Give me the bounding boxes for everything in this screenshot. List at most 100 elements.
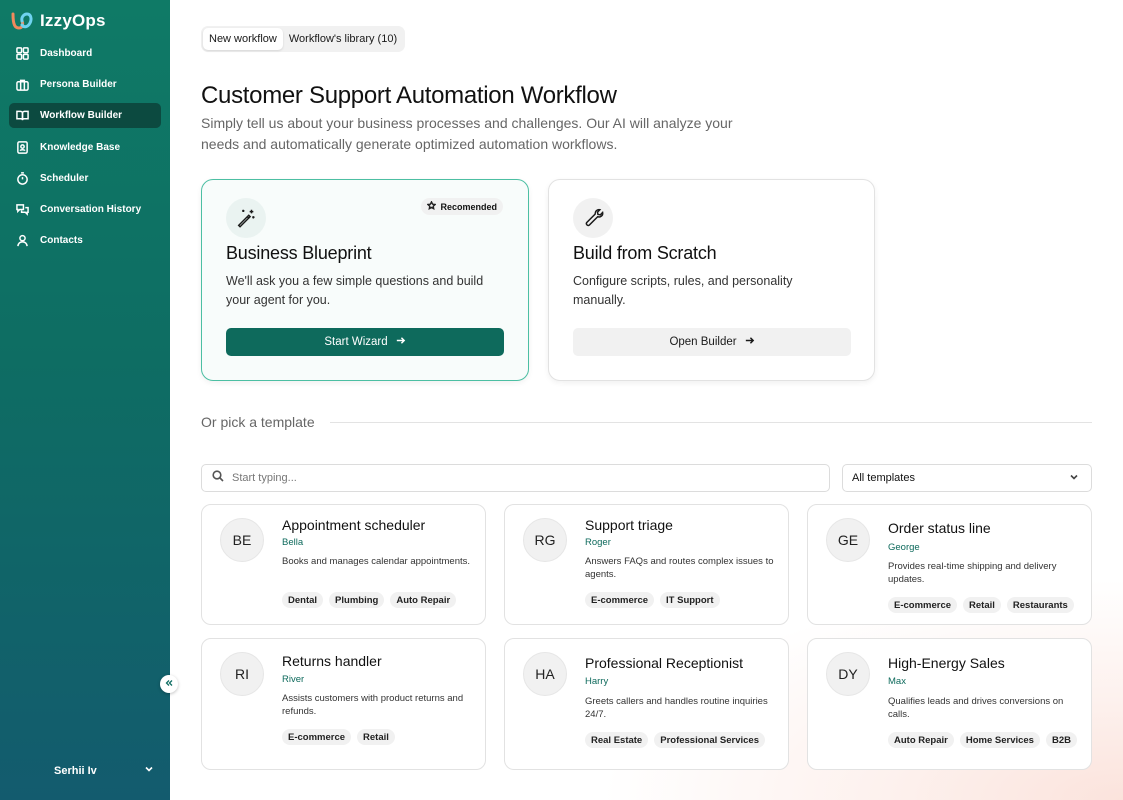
tag: Retail bbox=[963, 597, 1001, 613]
template-persona: Bella bbox=[282, 537, 304, 548]
tab-new-workflow[interactable]: New workflow bbox=[203, 28, 283, 50]
tag-list: Dental Plumbing Auto Repair bbox=[282, 592, 457, 608]
tag-list: E-commerce Retail Restaurants bbox=[888, 597, 1074, 613]
search-icon bbox=[212, 469, 224, 487]
card-description: Configure scripts, rules, and personalit… bbox=[573, 274, 793, 307]
template-search[interactable] bbox=[201, 464, 830, 492]
sidebar-item-label: Dashboard bbox=[40, 48, 93, 59]
template-description: Greets callers and handles routine inqui… bbox=[585, 696, 768, 720]
dashboard-grid-icon bbox=[15, 47, 29, 61]
page-title: Customer Support Automation Workflow bbox=[201, 82, 617, 109]
double-chevron-left-icon bbox=[165, 679, 173, 689]
avatar: RI bbox=[220, 652, 264, 696]
recommended-badge: Recomended bbox=[421, 198, 503, 215]
template-card[interactable]: GE Order status line George Provides rea… bbox=[807, 504, 1092, 625]
divider bbox=[330, 422, 1092, 423]
template-description: Provides real-time shipping and delivery… bbox=[888, 561, 1057, 585]
sidebar-nav: Dashboard Persona Builder Workflow Build… bbox=[9, 41, 161, 259]
avatar: DY bbox=[826, 652, 870, 696]
card-title: Build from Scratch bbox=[573, 243, 717, 263]
start-wizard-button[interactable]: Start Wizard bbox=[226, 328, 504, 356]
template-persona: Roger bbox=[585, 537, 611, 548]
star-icon bbox=[426, 200, 438, 212]
tag: Dental bbox=[282, 592, 324, 608]
person-icon bbox=[15, 234, 29, 248]
sidebar-item-conversation-history[interactable]: Conversation History bbox=[9, 197, 161, 222]
user-menu[interactable]: Serhii Iv bbox=[54, 764, 154, 777]
logo-icon bbox=[10, 11, 34, 31]
sidebar-item-knowledge-base[interactable]: Knowledge Base bbox=[9, 135, 161, 160]
build-from-scratch-card[interactable]: Build from Scratch Configure scripts, ru… bbox=[548, 179, 875, 381]
briefcase-icon bbox=[15, 78, 29, 92]
tag-list: E-commerce Retail bbox=[282, 729, 395, 745]
template-persona: Max bbox=[888, 676, 906, 687]
chevron-down-icon bbox=[144, 764, 154, 777]
workflow-tabs: New workflow Workflow's library (10) bbox=[201, 26, 406, 52]
sidebar: IzzyOps Dashboard Persona Builder Workfl… bbox=[0, 0, 170, 800]
template-name: Order status line bbox=[888, 520, 991, 536]
template-filter-select[interactable]: All templates bbox=[842, 464, 1092, 492]
notebook-icon bbox=[15, 140, 29, 154]
tag: IT Support bbox=[660, 592, 720, 608]
sidebar-item-label: Scheduler bbox=[40, 172, 89, 184]
wrench-icon bbox=[573, 198, 613, 238]
sidebar-item-contacts[interactable]: Contacts bbox=[9, 228, 161, 253]
template-card[interactable]: DY High-Energy Sales Max Qualifies leads… bbox=[807, 638, 1092, 770]
tag-list: Auto Repair Home Services B2B bbox=[888, 732, 1077, 748]
tag: E-commerce bbox=[888, 597, 958, 613]
template-name: Professional Receptionist bbox=[585, 655, 743, 671]
arrow-right-icon bbox=[744, 335, 755, 349]
app-logo[interactable]: IzzyOps bbox=[10, 10, 106, 32]
open-builder-button[interactable]: Open Builder bbox=[573, 328, 851, 356]
template-description: Assists customers with product returns a… bbox=[282, 693, 464, 717]
template-card[interactable]: BE Appointment scheduler Bella Books and… bbox=[201, 504, 486, 625]
tag-list: Real Estate Professional Services bbox=[585, 732, 765, 748]
template-description: Qualifies leads and drives conversions o… bbox=[888, 696, 1064, 720]
page-subtitle: Simply tell us about your business proce… bbox=[201, 115, 733, 152]
card-description: We'll ask you a few simple questions and… bbox=[226, 274, 484, 307]
tag: Restaurants bbox=[1006, 597, 1074, 613]
tag: Auto Repair bbox=[888, 732, 954, 748]
template-description: Answers FAQs and routes complex issues t… bbox=[585, 556, 774, 580]
tag: B2B bbox=[1045, 732, 1077, 748]
chevron-down-icon bbox=[1069, 472, 1079, 485]
badge-label: Recomended bbox=[440, 201, 497, 212]
book-open-icon bbox=[15, 109, 29, 123]
sidebar-item-scheduler[interactable]: Scheduler bbox=[9, 166, 161, 191]
sidebar-item-dashboard[interactable]: Dashboard bbox=[9, 41, 161, 66]
avatar: BE bbox=[220, 518, 264, 562]
business-blueprint-card[interactable]: Recomended Business Blueprint We'll ask … bbox=[201, 179, 529, 381]
button-label: Open Builder bbox=[669, 336, 737, 348]
template-card[interactable]: HA Professional Receptionist Harry Greet… bbox=[504, 638, 789, 770]
template-description: Books and manages calendar appointments. bbox=[282, 556, 471, 567]
magic-wand-icon bbox=[226, 198, 266, 238]
select-value: All templates bbox=[852, 472, 915, 484]
tab-workflow-library[interactable]: Workflow's library (10) bbox=[283, 28, 403, 50]
card-title: Business Blueprint bbox=[226, 243, 372, 263]
template-name: Appointment scheduler bbox=[282, 517, 426, 533]
tag: Real Estate bbox=[585, 732, 649, 748]
tag: Home Services bbox=[959, 732, 1040, 748]
sidebar-item-label: Workflow Builder bbox=[40, 110, 123, 122]
sidebar-item-label: Conversation History bbox=[40, 203, 142, 215]
search-input[interactable] bbox=[232, 472, 792, 484]
avatar: RG bbox=[523, 518, 567, 562]
template-card[interactable]: RG Support triage Roger Answers FAQs and… bbox=[504, 504, 789, 625]
template-persona: George bbox=[888, 542, 920, 553]
sidebar-item-label: Contacts bbox=[40, 235, 83, 247]
tag: E-commerce bbox=[585, 592, 655, 608]
app-name: IzzyOps bbox=[40, 11, 106, 30]
template-persona: River bbox=[282, 674, 305, 685]
sidebar-item-persona-builder[interactable]: Persona Builder bbox=[9, 72, 161, 97]
avatar: HA bbox=[523, 652, 567, 696]
tag: Retail bbox=[357, 729, 395, 745]
sidebar-item-workflow-builder[interactable]: Workflow Builder bbox=[9, 103, 161, 129]
tag: Plumbing bbox=[329, 592, 385, 608]
template-persona: Harry bbox=[585, 676, 609, 687]
sidebar-item-label: Persona Builder bbox=[40, 79, 117, 91]
collapse-sidebar-button[interactable] bbox=[160, 675, 178, 693]
template-card[interactable]: RI Returns handler River Assists custome… bbox=[201, 638, 486, 770]
template-name: Support triage bbox=[585, 517, 673, 533]
tag-list: E-commerce IT Support bbox=[585, 592, 720, 608]
template-name: Returns handler bbox=[282, 653, 382, 669]
